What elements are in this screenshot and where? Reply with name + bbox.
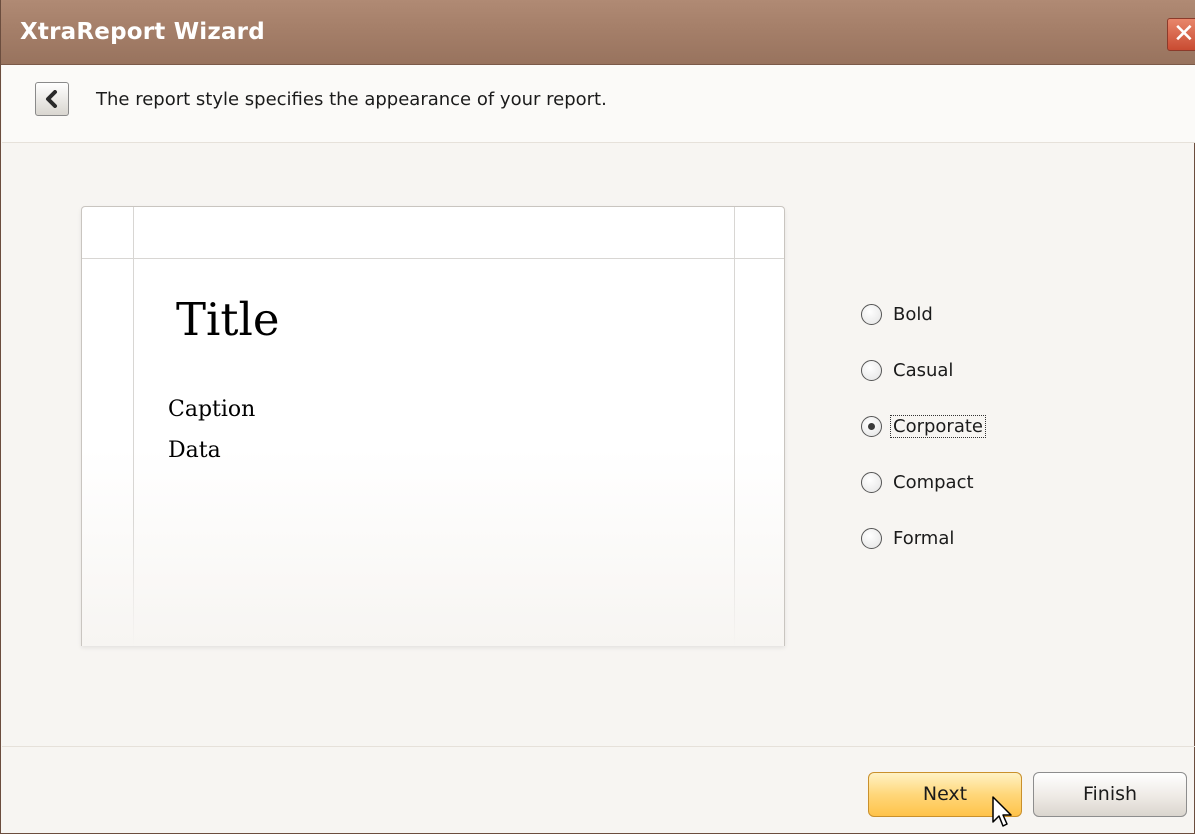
footer-divider [2, 746, 1195, 747]
style-preview: Title Caption Data [81, 206, 785, 646]
preview-header-divider [82, 258, 784, 259]
step-description: The report style specifies the appearanc… [96, 89, 607, 110]
radio-selected-dot [868, 423, 875, 430]
radio-button-icon [861, 472, 882, 493]
radio-button-icon [861, 304, 882, 325]
radio-label: Compact [893, 472, 974, 493]
close-icon: ✕ [1173, 19, 1195, 49]
chevron-left-icon [46, 90, 57, 108]
preview-caption: Caption [168, 397, 256, 422]
preview-title: Title [176, 293, 280, 346]
preview-left-margin-line [133, 207, 134, 646]
mouse-cursor-icon [992, 796, 1012, 827]
preview-data: Data [168, 438, 221, 463]
back-button[interactable] [35, 82, 69, 116]
window-title: XtraReport Wizard [20, 19, 265, 45]
radio-label: Casual [893, 360, 954, 381]
radio-label: Corporate [890, 415, 986, 438]
radio-label: Formal [893, 528, 955, 549]
finish-button[interactable]: Finish [1033, 772, 1187, 817]
title-bar: XtraReport Wizard [1, 0, 1195, 65]
radio-button-icon [861, 360, 882, 381]
close-button[interactable]: ✕ [1167, 18, 1195, 51]
radio-button-icon [861, 528, 882, 549]
preview-right-margin-line [734, 207, 735, 646]
radio-button-icon [861, 416, 882, 437]
radio-label: Bold [893, 304, 933, 325]
wizard-window: XtraReport Wizard ✕ The report style spe… [0, 0, 1195, 834]
